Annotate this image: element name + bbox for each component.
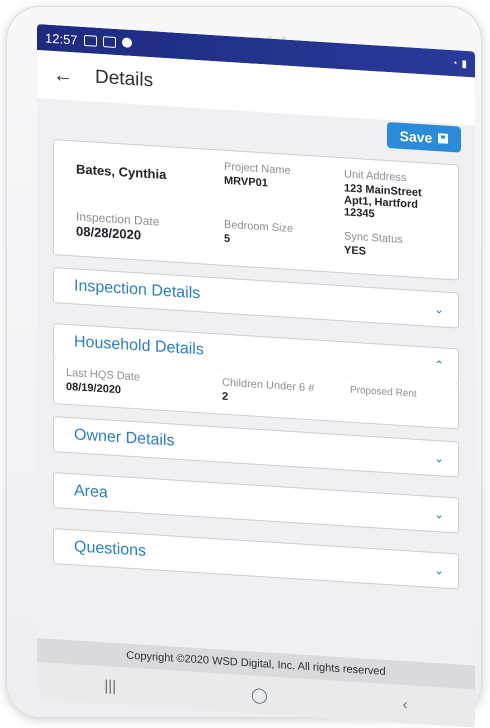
section-title: Household Details [74, 333, 204, 359]
status-icons: ◔ ▮ [451, 58, 467, 70]
section-title: Owner Details [74, 426, 175, 450]
section-title: Questions [74, 538, 147, 560]
section-title: Area [74, 482, 108, 502]
summary-card: Bates, Cynthia Project Name MRVP01 Unit … [53, 139, 459, 281]
back-nav-icon[interactable]: ‹ [403, 695, 408, 712]
chevron-up-icon[interactable]: ⌃ [434, 358, 444, 373]
section-questions[interactable]: Questions ⌄ [53, 528, 459, 590]
details-content: Save Bates, Cynthia Project Name MRVP01 … [37, 98, 475, 728]
gallery-icon [102, 35, 116, 48]
section-area[interactable]: Area ⌄ [53, 472, 459, 534]
sync-status-value: YES [344, 244, 367, 258]
floppy-disk-icon [438, 133, 449, 144]
back-arrow-icon[interactable]: ← [53, 64, 73, 88]
page-title: Details [95, 66, 154, 92]
home-icon[interactable]: ◯ [251, 685, 268, 704]
chevron-down-icon[interactable]: ⌄ [434, 507, 444, 522]
chevron-down-icon[interactable]: ⌄ [434, 451, 444, 466]
proposed-rent-label: Proposed Rent [350, 384, 417, 400]
save-label: Save [399, 127, 433, 146]
sync-status-label: Sync Status [344, 230, 403, 247]
project-name-value: MRVP01 [224, 174, 268, 190]
last-hqs-date-value: 08/19/2020 [66, 380, 122, 397]
recent-apps-icon[interactable]: ||| [104, 677, 116, 695]
chevron-down-icon[interactable]: ⌄ [434, 302, 444, 317]
account-icon [121, 37, 132, 48]
app-screen: 12:57 ◔ ▮ ← Details Save Bates, Cynthia … [37, 24, 475, 728]
status-time: 12:57 [45, 30, 78, 48]
battery-icon: ▮ [461, 58, 467, 70]
save-button[interactable]: Save [387, 122, 461, 153]
bedroom-size-value: 5 [224, 232, 231, 246]
chevron-down-icon[interactable]: ⌄ [434, 563, 444, 578]
image-icon [83, 34, 97, 47]
tenant-name: Bates, Cynthia [76, 161, 167, 183]
wifi-icon: ◔ [451, 57, 458, 69]
section-title: Inspection Details [74, 277, 201, 303]
